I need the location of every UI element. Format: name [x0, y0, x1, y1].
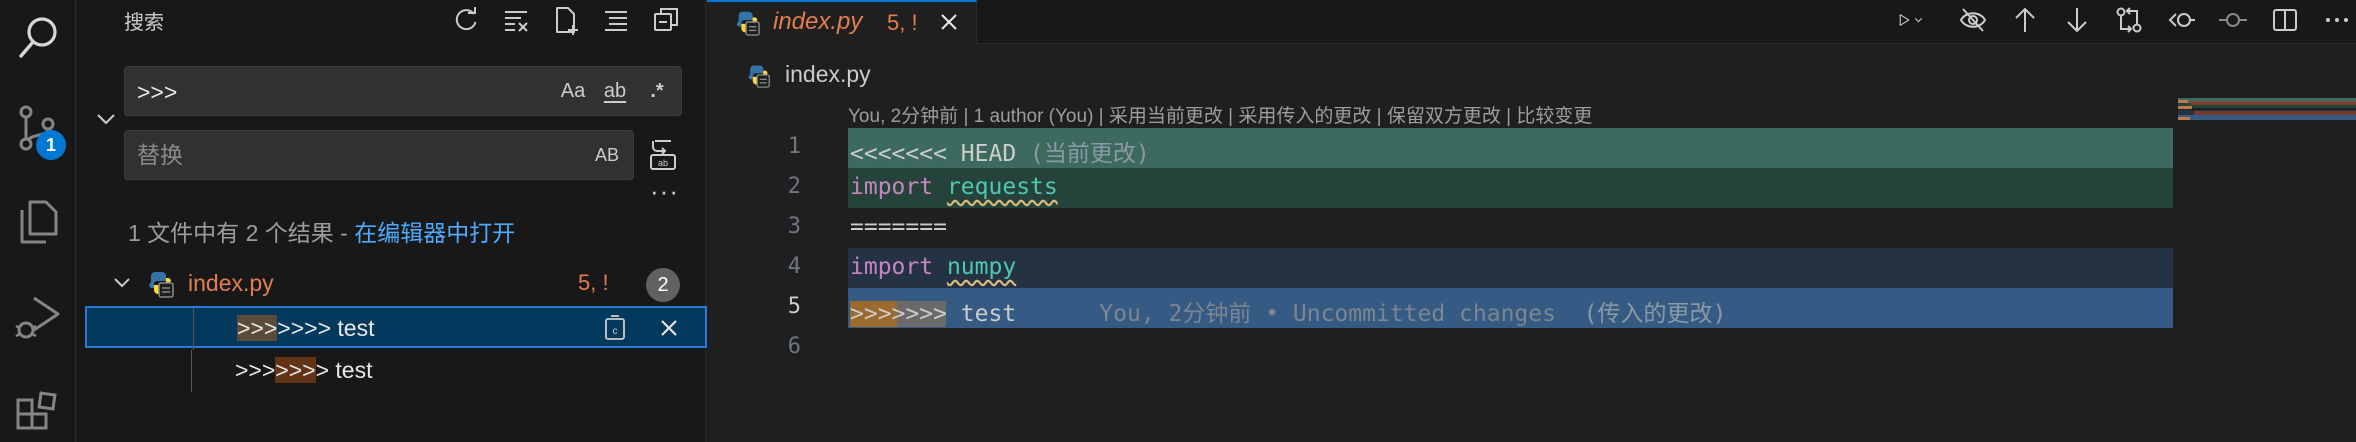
- breadcrumb-file[interactable]: index.py: [785, 61, 871, 88]
- replace-field[interactable]: AB: [124, 130, 634, 180]
- run-python-icon[interactable]: [1884, 2, 1940, 38]
- results-summary: 1 文件中有 2 个结果 - 在编辑器中打开: [128, 214, 515, 248]
- commit-graph-icon[interactable]: [2214, 2, 2252, 38]
- debug-icon[interactable]: [0, 280, 76, 356]
- code-line-4: import numpy: [850, 254, 1017, 280]
- source-control-icon[interactable]: [0, 90, 76, 166]
- close-tab-icon[interactable]: [935, 8, 963, 36]
- previous-conflict-icon[interactable]: [2006, 2, 2044, 38]
- conflict-incoming-header: >>>>>>> test You, 2分钟前 • Uncommitted cha…: [848, 288, 2173, 328]
- editor-actions: [1884, 2, 2356, 38]
- result-file-row[interactable]: index.py 5, ! 2: [77, 264, 705, 304]
- search-match-row[interactable]: >>>>>>> test c: [85, 306, 707, 350]
- results-summary-text: 1 文件中有 2 个结果 -: [128, 220, 355, 246]
- clear-results-icon[interactable]: [497, 2, 535, 38]
- replace-all-icon[interactable]: ab: [645, 137, 681, 173]
- collapse-all-icon[interactable]: [647, 2, 685, 38]
- next-conflict-icon[interactable]: [2058, 2, 2096, 38]
- match-highlight: >>>: [275, 357, 316, 383]
- file-problem-status: 5, !: [578, 270, 609, 295]
- refresh-icon[interactable]: [447, 2, 485, 38]
- line-number: 1: [787, 134, 801, 159]
- sidebar-title: 搜索: [124, 12, 164, 34]
- dismiss-match-icon[interactable]: [654, 313, 684, 343]
- source-control-badge: 1: [36, 130, 66, 160]
- open-timeline-icon[interactable]: [2162, 2, 2200, 38]
- line-number: 5: [787, 294, 801, 319]
- svg-text:ab: ab: [658, 158, 668, 168]
- preserve-case-toggle[interactable]: AB: [589, 138, 625, 172]
- tree-indent-guide: [193, 308, 194, 350]
- python-file-icon: [733, 8, 761, 36]
- toggle-blame-icon[interactable]: [1954, 2, 1992, 38]
- extensions-icon[interactable]: [0, 378, 76, 442]
- files-icon[interactable]: [0, 184, 76, 260]
- conflict-incoming-body: import numpy: [848, 248, 2173, 288]
- match-count-badge: 2: [646, 268, 680, 302]
- inline-blame: You, 2分钟前 • Uncommitted changes: [1016, 301, 1556, 327]
- match-case-toggle[interactable]: Aa: [555, 74, 591, 108]
- svg-text:c: c: [613, 326, 618, 337]
- python-file-icon: [145, 268, 175, 298]
- line-number: 4: [787, 254, 801, 279]
- search-match-row[interactable]: >>>>>>> test: [85, 350, 707, 392]
- activity-bar: 1: [0, 0, 76, 442]
- replace-input[interactable]: [137, 139, 557, 171]
- search-sidebar: 搜索 >>> Aa ab .* AB ab ··· 1 文件中有 2 个结果: [77, 0, 707, 442]
- sidebar-actions: [447, 2, 685, 38]
- code-line-2: import requests: [850, 174, 1058, 200]
- editor-tab-bar: index.py 5, !: [707, 0, 2356, 44]
- compare-changes-icon[interactable]: [2110, 2, 2148, 38]
- tab-index-py[interactable]: index.py 5, !: [707, 0, 977, 44]
- new-search-editor-icon[interactable]: [547, 2, 585, 38]
- more-actions-icon[interactable]: [2318, 2, 2356, 38]
- conflict-current-body: import requests: [848, 168, 2173, 208]
- regex-toggle[interactable]: .*: [639, 74, 675, 108]
- conflict-separator: =======: [848, 208, 2173, 248]
- search-input-value: >>>: [137, 79, 178, 105]
- editor-group: index.py 5, ! index.py You, 2分钟前 | 1 aut…: [707, 0, 2356, 442]
- search-input[interactable]: >>> Aa ab .*: [124, 66, 682, 116]
- match-text: >>>>>>> test: [237, 315, 375, 341]
- line-number: 6: [787, 334, 801, 359]
- chevron-down-icon[interactable]: [109, 270, 135, 296]
- match-highlight: >>>: [237, 315, 278, 341]
- result-file-name: index.py: [188, 270, 274, 296]
- tab-problem-status: 5, !: [887, 10, 918, 35]
- conflict-current-header: <<<<<<< HEAD (当前更改): [848, 128, 2173, 168]
- replace-match-icon[interactable]: c: [600, 313, 630, 343]
- open-in-editor-link[interactable]: 在编辑器中打开: [354, 220, 515, 246]
- whole-word-toggle[interactable]: ab: [597, 74, 633, 108]
- tree-indent-guide: [191, 350, 192, 392]
- code-line-3: =======: [850, 214, 947, 240]
- toggle-replace-chevron-icon[interactable]: [91, 104, 121, 134]
- line-number: 2: [787, 174, 801, 199]
- view-as-tree-icon[interactable]: [597, 2, 635, 38]
- code-line-1: <<<<<<< HEAD (当前更改): [850, 141, 1150, 167]
- incoming-marker: >>>>>>> test: [850, 301, 1017, 327]
- split-editor-icon[interactable]: [2266, 2, 2304, 38]
- minimap[interactable]: [2178, 98, 2356, 128]
- line-number: 3: [787, 214, 801, 239]
- python-file-icon: [745, 62, 771, 88]
- tab-label: index.py: [773, 8, 863, 35]
- code-line-5: >>>>>>> test You, 2分钟前 • Uncommitted cha…: [850, 301, 1727, 327]
- more-options-icon[interactable]: ···: [650, 176, 679, 207]
- merge-conflict-codelens[interactable]: You, 2分钟前 | 1 author (You) | 采用当前更改 | 采用…: [848, 101, 1592, 128]
- match-text: >>>>>>> test: [235, 357, 373, 383]
- search-icon[interactable]: [0, 0, 76, 76]
